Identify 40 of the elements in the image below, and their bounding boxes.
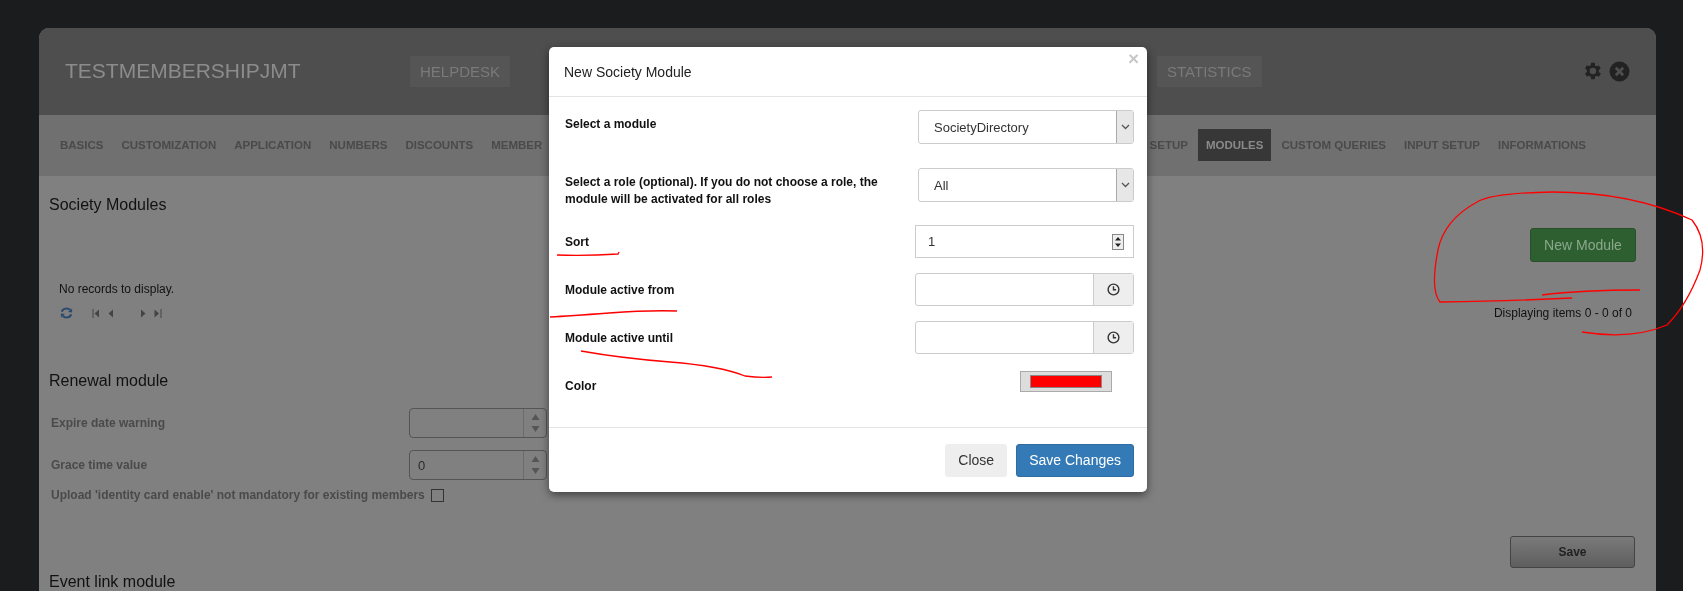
field-label: Color: [565, 378, 597, 395]
save-button[interactable]: Save: [1510, 536, 1635, 568]
checkbox[interactable]: [430, 488, 444, 502]
section-title: Event link module: [49, 573, 176, 591]
close-button[interactable]: Close: [945, 443, 1008, 477]
empty-message: No records to display.: [59, 282, 175, 296]
refresh-icon[interactable]: [59, 306, 74, 320]
select-field[interactable]: All: [918, 168, 1134, 202]
underline-mark: [556, 251, 620, 257]
time-field[interactable]: [915, 273, 1134, 306]
close-button[interactable]: ×: [1127, 49, 1139, 68]
field-label: Module active from: [565, 282, 675, 299]
new-module-button[interactable]: New Module: [1530, 228, 1636, 262]
caret-icon: [1120, 182, 1130, 188]
modal-title: New Society Module: [564, 63, 692, 80]
spinner-field[interactable]: [409, 408, 547, 438]
first-page-icon[interactable]: [92, 308, 100, 318]
last-page-icon[interactable]: [154, 308, 162, 318]
section-title: Renewal module: [49, 372, 169, 390]
app-title: TESTMEMBERSHIPJMT: [65, 59, 302, 84]
save-changes-button[interactable]: Save Changes: [1016, 443, 1134, 477]
time-field[interactable]: [915, 321, 1134, 354]
field-label: Module active until: [565, 330, 673, 347]
number-field[interactable]: 1: [915, 225, 1134, 258]
field-label: Select a role (optional). If you do not choose a role, the module will be activated for all roles: [565, 174, 879, 208]
close-icon[interactable]: [1609, 60, 1630, 82]
color-picker[interactable]: [1020, 371, 1112, 392]
pager-info: Displaying items 0 - 0 of 0: [1493, 306, 1632, 320]
field-label: Select a module: [565, 116, 657, 133]
field-label: Sort: [565, 234, 589, 251]
clock-icon: [1107, 331, 1120, 344]
nav-tab[interactable]: MODULES: [1197, 129, 1272, 162]
next-page-icon[interactable]: [141, 308, 146, 318]
spin-icon: [1112, 233, 1124, 250]
spinner-field[interactable]: 0: [409, 450, 547, 480]
select-field[interactable]: SocietyDirectory: [918, 110, 1134, 144]
previous-page-icon[interactable]: [108, 308, 113, 318]
section-title: Society Modules: [49, 196, 167, 214]
caret-icon: [1120, 124, 1130, 130]
clock-icon: [1107, 283, 1120, 296]
